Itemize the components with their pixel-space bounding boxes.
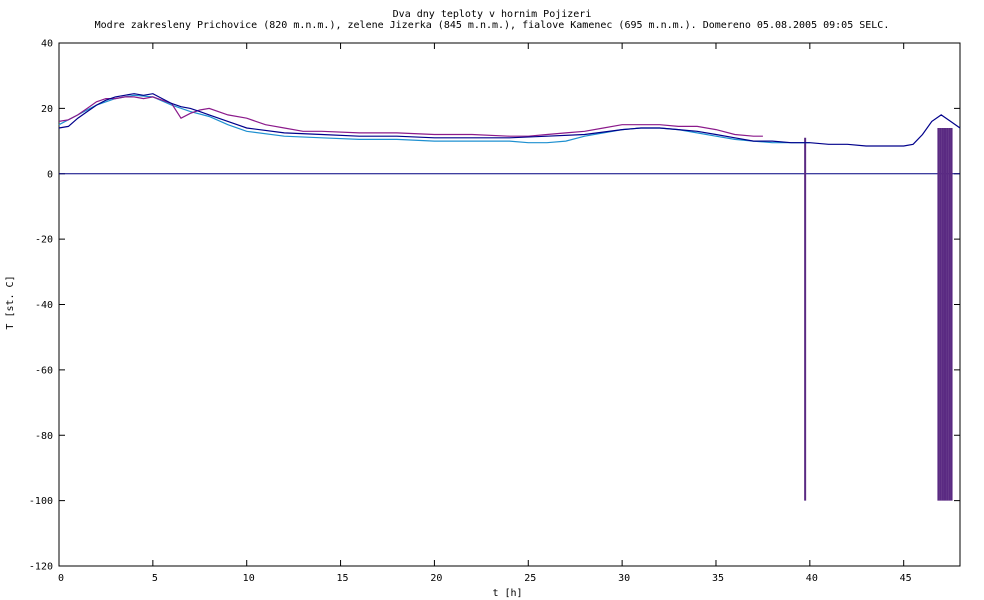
y-axis-label: T [st. C] [5,275,16,329]
x-tick-label: 10 [243,573,255,584]
axis-ticks: 40 20 0 -20 -40 -60 -80 -100 -120 0 5 10 15 20 25 30 35 4… [29,39,960,584]
y-tick-label: -40 [35,300,53,311]
x-tick-label: 5 [152,573,158,584]
x-tick-label: 45 [900,573,912,584]
series-line-prichovice [58,93,961,147]
x-tick-label: 25 [524,573,536,584]
y-tick-label: -20 [35,235,53,246]
series-line-jizerka [58,94,810,144]
spike-group [804,127,953,501]
x-tick-label: 0 [58,573,64,584]
x-tick-label: 40 [806,573,818,584]
temperature-chart: 40 20 0 -20 -40 -60 -80 -100 -120 0 5 10 15 20 25 30 35 4… [5,39,961,599]
y-tick-label: -60 [35,365,53,376]
y-tick-label: -80 [35,431,53,442]
x-tick-label: 30 [618,573,630,584]
y-tick-label: 0 [47,169,53,180]
series-group [58,93,961,147]
series-line-kamenec [58,96,763,137]
x-tick-label: 20 [430,573,442,584]
y-tick-label: 20 [41,104,53,115]
y-tick-label: -100 [29,496,53,507]
x-axis-label: t [h] [492,588,522,599]
y-tick-label: -120 [29,562,53,573]
x-tick-label: 15 [337,573,349,584]
y-tick-label: 40 [41,39,53,50]
plot-frame [58,42,961,567]
x-tick-label: 35 [712,573,724,584]
